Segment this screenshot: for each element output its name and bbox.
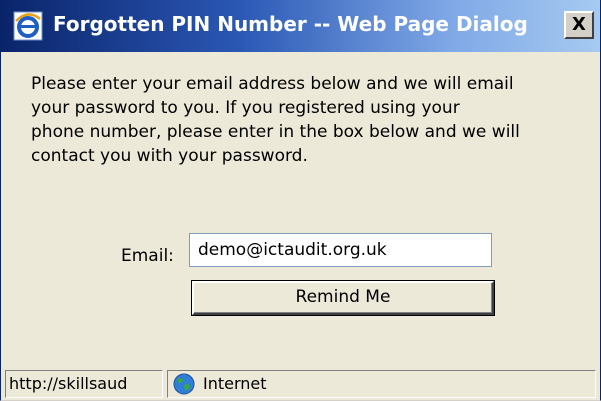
ie-logo-icon	[13, 11, 43, 41]
instructions-line: Please enter your email address below an…	[31, 74, 514, 94]
instructions-line: phone number, please enter in the box be…	[31, 122, 520, 142]
close-button[interactable]: X	[564, 11, 594, 39]
email-label: Email:	[121, 246, 174, 266]
instructions-line: contact you with your password.	[31, 146, 308, 166]
globe-icon	[173, 373, 195, 395]
instructions-text: Please enter your email address below an…	[31, 72, 591, 168]
security-zone: Internet	[167, 370, 596, 398]
zone-label: Internet	[203, 374, 267, 393]
title-bar[interactable]: Forgotten PIN Number -- Web Page Dialog …	[1, 0, 600, 52]
instructions-line: your password to you. If you registered …	[31, 98, 460, 118]
dialog-title: Forgotten PIN Number -- Web Page Dialog	[53, 12, 528, 36]
email-field[interactable]	[189, 233, 492, 267]
status-url: http://skillsaud	[5, 370, 163, 398]
status-bar: http://skillsaud Internet	[1, 366, 600, 400]
remind-me-button[interactable]: Remind Me	[192, 281, 494, 315]
dialog-window: Forgotten PIN Number -- Web Page Dialog …	[0, 0, 601, 401]
